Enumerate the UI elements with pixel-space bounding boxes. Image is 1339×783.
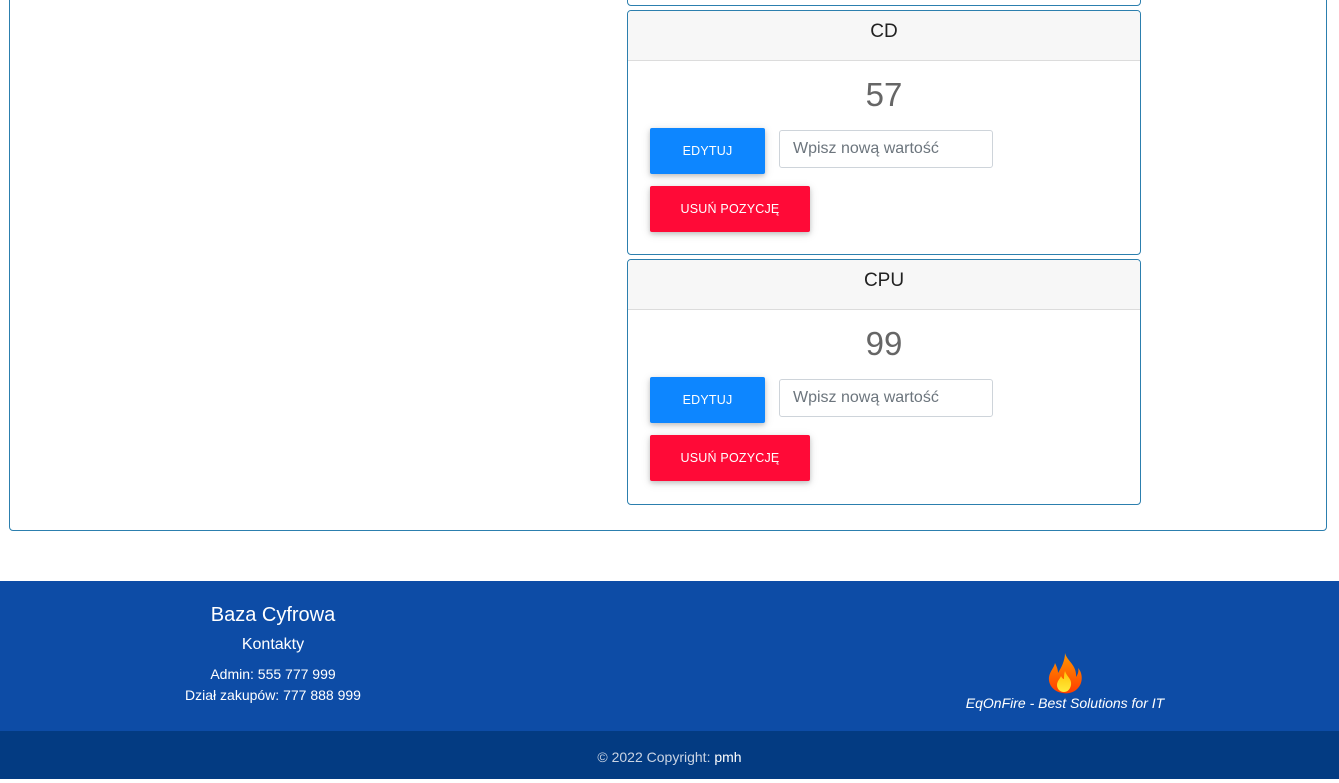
copyright-brand-link[interactable]: pmh xyxy=(714,749,741,765)
card-value: 57 xyxy=(865,76,903,113)
edit-button[interactable]: EDYTUJ xyxy=(650,377,765,423)
copyright-bar: © 2022 Copyright: pmh xyxy=(0,731,1339,779)
item-card-cd: CD 57 EDYTUJ USUŃ POZYCJĘ xyxy=(627,10,1141,255)
item-card-cpu: CPU 99 EDYTUJ USUŃ POZYCJĘ xyxy=(627,259,1141,505)
flame-icon xyxy=(1048,653,1082,694)
previous-card-stub xyxy=(627,0,1141,6)
new-value-input[interactable] xyxy=(779,379,993,417)
footer-slogan: EqOnFire - Best Solutions for IT xyxy=(965,695,1165,711)
new-value-input[interactable] xyxy=(779,130,993,168)
card-title: CPU xyxy=(628,260,1140,310)
card-title: CD xyxy=(628,11,1140,61)
delete-item-button[interactable]: USUŃ POZYCJĘ xyxy=(650,186,810,232)
delete-item-button[interactable]: USUŃ POZYCJĘ xyxy=(650,435,810,481)
copyright-text: © 2022 Copyright: xyxy=(597,749,715,765)
footer-admin-phone: Admin: 555 777 999 xyxy=(210,666,336,682)
footer: Baza Cyfrowa Kontakty Admin: 555 777 999… xyxy=(0,581,1339,731)
footer-title: Baza Cyfrowa xyxy=(210,604,336,626)
edit-button[interactable]: EDYTUJ xyxy=(650,128,765,174)
footer-purchase-phone: Dział zakupów: 777 888 999 xyxy=(185,687,361,703)
card-value: 99 xyxy=(865,325,903,362)
footer-contacts-heading: Kontakty xyxy=(241,636,305,653)
